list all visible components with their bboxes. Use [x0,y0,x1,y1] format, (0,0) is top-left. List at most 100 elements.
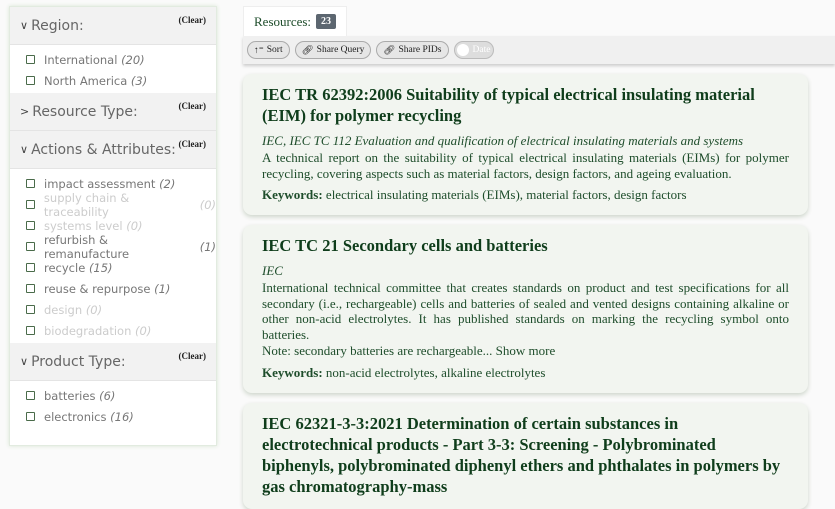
clear-button[interactable]: (Clear) [179,351,206,361]
result-source: IEC [262,263,283,278]
result-card: IEC TR 62392:2006 Suitability of typical… [243,74,808,215]
filter-option[interactable]: reuse & repurpose (1) [10,278,216,299]
checkbox[interactable] [26,76,35,85]
filter-option[interactable]: batteries (6) [10,385,216,406]
result-card: IEC TC 21 Secondary cells and batteries I… [243,225,808,393]
option-count: (0) [135,323,152,338]
option-label: batteries [44,388,96,403]
checkbox[interactable] [26,55,35,64]
filter-options: impact assessment (2) supply chain & trac… [10,169,216,343]
filter-title: Resource Type: [32,103,138,120]
option-label: electronics [44,409,107,424]
share-pids-label: Share PIDs [398,45,442,55]
checkbox[interactable] [26,412,35,421]
filter-title: Actions & Attributes: [31,141,176,158]
checkbox[interactable] [26,200,35,209]
result-title[interactable]: IEC TC 21 Secondary cells and batteries [262,235,789,256]
option-label: refurbish & remanufacture [43,232,130,261]
filter-header[interactable]: > Resource Type: (Clear) [10,93,216,131]
date-label: Date [472,45,491,55]
filter-options: batteries (6) electronics (16) [10,381,216,429]
option-label: biodegradation [44,323,132,338]
tab-label: Resources: [254,13,312,29]
keywords-label: Keywords: [262,187,323,202]
result-description: A technical report on the suitability of… [262,150,789,181]
checkbox[interactable] [26,305,35,314]
option-count: (0) [126,218,143,233]
checkbox[interactable] [26,221,35,230]
filter-title: Product Type: [31,353,126,370]
option-count: (3) [130,73,148,88]
filter-header[interactable]: ∨ Region: (Clear) [10,7,216,45]
keywords-value: electrical insulating materials (EIMs), … [325,187,687,202]
share-query-button[interactable]: 🔗︎ Share Query [294,41,372,59]
filter-header[interactable]: ∨ Product Type: (Clear) [10,343,216,381]
link-icon: 🔗︎ [383,45,396,56]
checkbox[interactable] [26,391,35,400]
count-badge: 23 [316,14,337,29]
filter-option[interactable]: design (0) [10,299,216,320]
option-label: supply chain & traceability [43,190,130,219]
sort-label: Sort [266,45,283,55]
chevron-down-icon: ∨ [20,143,29,156]
option-label: design [44,302,83,317]
share-query-label: Share Query [316,45,365,55]
chevron-down-icon: ∨ [20,19,29,32]
checkbox[interactable] [26,242,35,251]
sort-icon: ↑⁼ [254,45,264,56]
result-description: International technical committee that c… [262,280,789,342]
option-count: (6) [99,388,116,403]
option-count: (16) [110,409,134,424]
result-title[interactable]: IEC TR 62392:2006 Suitability of typical… [262,84,789,126]
filter-title: Region: [31,17,84,34]
option-count: (0) [85,302,103,317]
filter-sidebar: ∨ Region: (Clear) International (20) North A… [9,6,217,446]
filter-header[interactable]: ∨ Actions & Attributes: (Clear) [10,131,216,169]
filter-options: International (20) North America (3) [10,45,216,93]
keywords-label: Keywords: [262,364,323,380]
result-source: IEC, IEC TC 112 Evaluation and qualifica… [262,133,744,148]
clear-button[interactable]: (Clear) [179,15,206,25]
filter-option[interactable]: biodegradation (0) [10,320,216,341]
result-keywords: Keywords: non-acid electrolytes, alkalin… [262,365,789,381]
filter-option[interactable]: North America (3) [10,70,216,91]
link-icon: 🔗︎ [301,45,314,56]
chevron-down-icon: ∨ [20,355,29,368]
option-label: International [44,52,118,67]
checkbox[interactable] [26,284,35,293]
option-label: North America [44,73,128,88]
checkbox[interactable] [26,326,35,335]
tab-resources[interactable]: Resources: 23 [243,6,348,36]
filter-option[interactable]: supply chain & traceability (0) [10,191,216,219]
checkbox[interactable] [26,179,35,188]
results-panel: Resources: 23 ↑⁼ Sort 🔗︎ Share Query 🔗︎ Sha… [243,6,835,509]
toolbar: ↑⁼ Sort 🔗︎ Share Query 🔗︎ Share PIDs Date [243,36,835,64]
share-pids-button[interactable]: 🔗︎ Share PIDs [376,41,449,59]
date-toggle[interactable]: Date [453,41,494,59]
clear-button[interactable]: (Clear) [179,139,206,149]
option-label: systems level [44,218,123,233]
option-count: (15) [88,260,113,275]
option-count: (2) [159,176,176,191]
option-label: impact assessment [44,176,156,191]
option-label: reuse & repurpose [44,281,151,296]
filter-option[interactable]: International (20) [10,49,216,70]
option-count: (0) [199,197,216,212]
option-count: (1) [199,239,216,254]
filter-option[interactable]: electronics (16) [10,406,216,427]
result-title[interactable]: IEC 62321-3-3:2021 Determination of cert… [262,413,789,497]
toggle-knob [456,44,469,56]
checkbox[interactable] [26,263,35,272]
chevron-right-icon: > [20,105,30,118]
results-list: IEC TR 62392:2006 Suitability of typical… [243,74,808,509]
option-count: (1) [154,281,171,296]
result-card: IEC 62321-3-3:2021 Determination of cert… [243,402,808,509]
sort-button[interactable]: ↑⁼ Sort [247,41,290,59]
option-count: (20) [121,52,145,67]
show-more-link[interactable]: Note: secondary batteries are rechargeab… [262,343,789,359]
option-label: recycle [44,260,86,275]
result-keywords: Keywords: electrical insulating material… [262,187,789,203]
keywords-value: non-acid electrolytes, alkaline electrol… [325,364,546,380]
clear-button[interactable]: (Clear) [179,101,206,111]
filter-option[interactable]: refurbish & remanufacture (1) [10,233,216,261]
